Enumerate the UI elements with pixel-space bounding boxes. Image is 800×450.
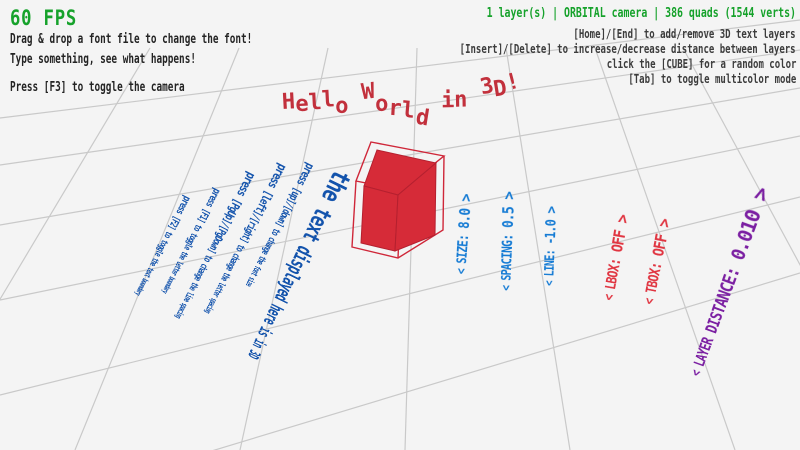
- hello-letter: [348, 90, 363, 116]
- hello-letter: l: [308, 90, 323, 116]
- help-line: [Tab] to toggle multicolor mode: [628, 71, 796, 86]
- help-line: [Home]/[End] to add/remove 3D text layer…: [574, 26, 796, 41]
- hello-letter: l: [401, 98, 416, 124]
- app-window: { "hud": { "fps_label": "60 FPS", "tips_…: [0, 0, 800, 450]
- tip-drag-drop-font: Drag & drop a font file to change the fo…: [10, 32, 252, 47]
- status-bar: 1 layer(s) | ORBITAL camera | 386 quads …: [487, 6, 796, 21]
- hello-letter: [428, 96, 443, 122]
- cube-left-face: [361, 186, 398, 251]
- fps-counter: 60 FPS: [10, 6, 77, 30]
- help-line: click the [CUBE] for a random color: [606, 56, 796, 71]
- cube-solid[interactable]: [361, 150, 436, 251]
- hello-letter: o: [375, 92, 389, 117]
- hello-letter: e: [295, 92, 310, 118]
- hello-letter: W: [360, 79, 376, 105]
- hello-letter: H: [281, 89, 296, 115]
- hello-letter: l: [321, 87, 336, 113]
- tip-toggle-camera: Press [F3] to toggle the camera: [10, 80, 185, 95]
- hello-letter: i: [441, 88, 455, 113]
- hello-letter: o: [335, 94, 349, 119]
- hello-letter: [467, 82, 482, 108]
- tip-type-something: Type something, see what happens!: [10, 52, 196, 67]
- help-line: [Insert]/[Delete] to increase/decrease d…: [460, 41, 796, 56]
- hello-letter: n: [454, 87, 468, 112]
